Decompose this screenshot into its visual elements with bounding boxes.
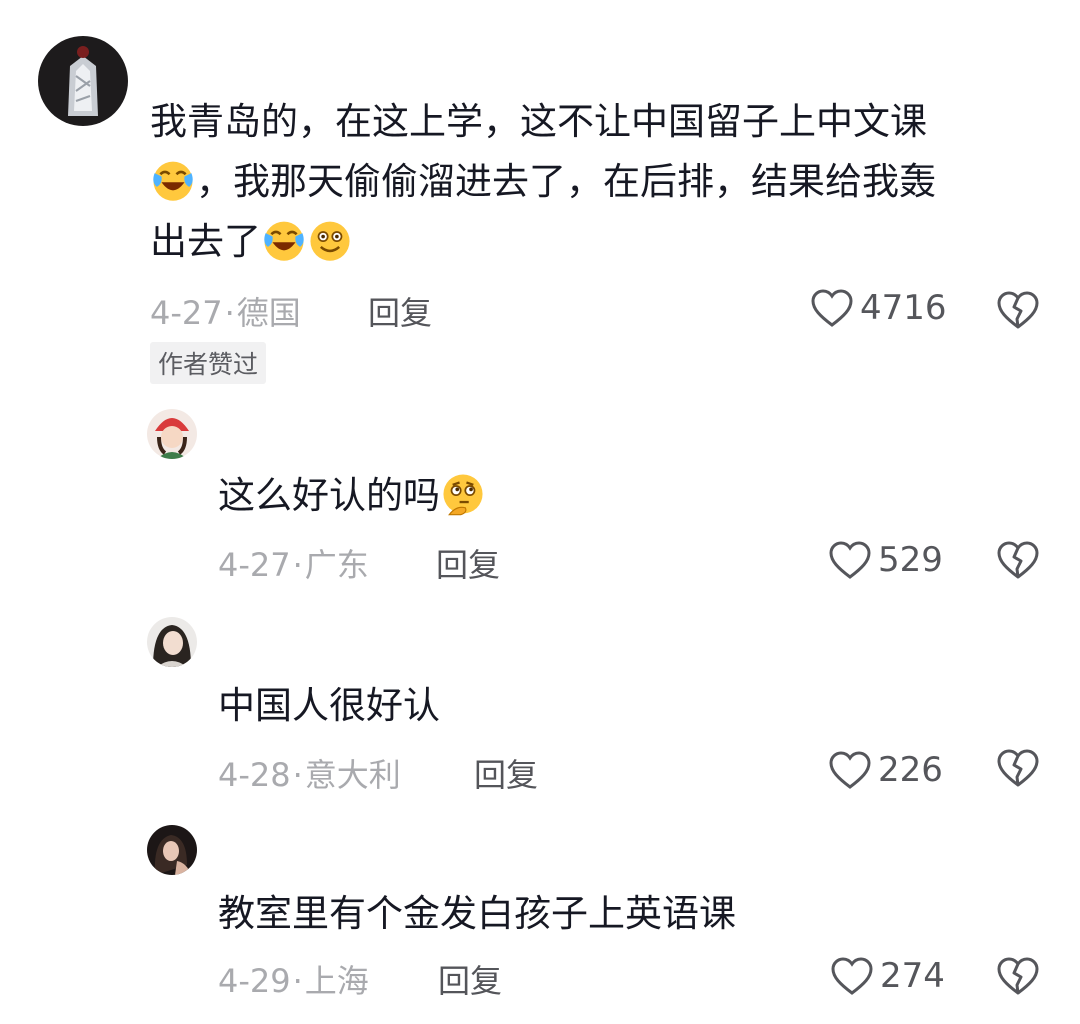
like-count: 4716 <box>860 288 947 328</box>
avatar[interactable] <box>147 825 197 875</box>
broken-heart-icon <box>997 541 1039 579</box>
like-button[interactable]: 274 <box>830 956 945 996</box>
heart-icon <box>829 751 871 789</box>
author-liked-badge: 作者赞过 <box>150 342 267 384</box>
comment-meta: 4-27·德国 <box>150 288 301 334</box>
heart-icon <box>811 289 853 327</box>
dislike-button[interactable] <box>996 748 1040 788</box>
like-count: 226 <box>878 750 943 790</box>
comment-meta: 4-28·意大利 <box>218 750 401 796</box>
comment-text-line: 出去了 <box>150 212 1050 272</box>
avatar[interactable] <box>147 409 197 459</box>
thinking-emoji-icon <box>440 471 486 517</box>
dislike-button[interactable] <box>996 956 1040 996</box>
broken-heart-icon <box>997 749 1039 787</box>
comment-date: 4-29 <box>218 962 291 1000</box>
broken-heart-icon <box>997 291 1039 329</box>
broken-heart-icon <box>997 957 1039 995</box>
comment-date: 4-27 <box>218 546 291 584</box>
comment-text: 这么好认的吗 <box>218 466 486 526</box>
comment-date: 4-28 <box>218 756 291 794</box>
meta-separator: · <box>292 756 303 794</box>
reply-button[interactable]: 回复 <box>474 750 538 796</box>
meta-separator: · <box>292 962 303 1000</box>
comment-location: 广东 <box>304 546 369 584</box>
comment-meta: 4-27·广东 <box>218 540 369 586</box>
comment-text-line: 我青岛的，在这上学，这不让中国留子上中文课 <box>150 100 927 143</box>
like-button[interactable]: 529 <box>828 540 943 580</box>
smile-emoji-icon <box>307 217 353 263</box>
meta-separator: · <box>292 546 303 584</box>
laugh-cry-emoji-icon <box>150 157 196 203</box>
heart-icon <box>829 541 871 579</box>
laugh-cry-emoji-icon <box>261 217 307 263</box>
dislike-button[interactable] <box>996 290 1040 330</box>
comment-location: 德国 <box>236 294 301 332</box>
comment-date: 4-27 <box>150 294 223 332</box>
reply-button[interactable]: 回复 <box>368 288 432 334</box>
comment-text: 我青岛的，在这上学，这不让中国留子上中文课 ，我那天偷偷溜进去了，在后排，结果给… <box>150 92 1050 272</box>
comment-text: 中国人很好认 <box>218 684 440 727</box>
like-button[interactable]: 226 <box>828 750 943 790</box>
comment-meta: 4-29·上海 <box>218 956 369 1002</box>
avatar[interactable] <box>147 617 197 667</box>
heart-icon <box>831 957 873 995</box>
like-count: 274 <box>880 956 945 996</box>
reply-button[interactable]: 回复 <box>438 956 502 1002</box>
comment-text: 教室里有个金发白孩子上英语课 <box>218 892 736 935</box>
avatar[interactable] <box>38 36 128 126</box>
like-button[interactable]: 4716 <box>810 288 947 328</box>
comment-text-line: ，我那天偷偷溜进去了，在后排，结果给我轰 <box>150 152 1050 212</box>
meta-separator: · <box>224 294 235 332</box>
dislike-button[interactable] <box>996 540 1040 580</box>
reply-button[interactable]: 回复 <box>436 540 500 586</box>
comment-location: 意大利 <box>304 756 401 794</box>
like-count: 529 <box>878 540 943 580</box>
comment-location: 上海 <box>304 962 369 1000</box>
